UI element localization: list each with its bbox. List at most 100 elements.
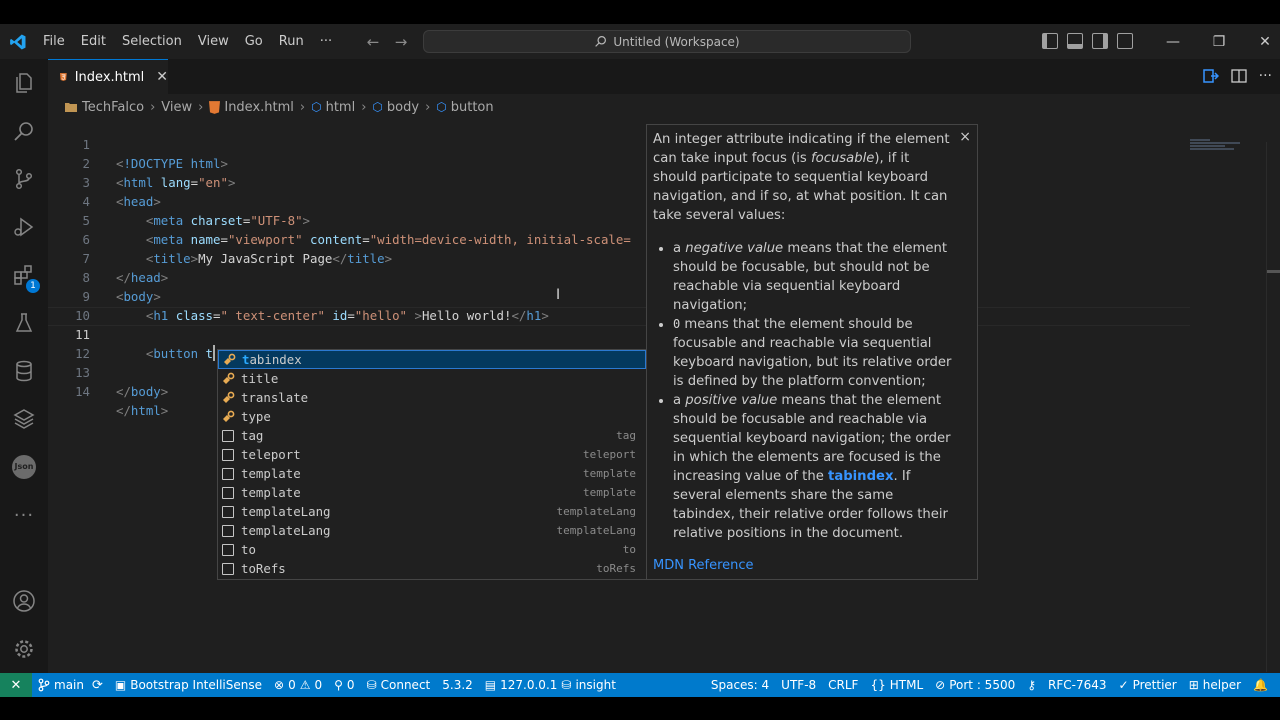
open-preview-icon[interactable] <box>1202 68 1219 84</box>
menu-run[interactable]: Run <box>271 24 312 59</box>
bootstrap-intellisense[interactable]: ▣ Bootstrap IntelliSense <box>109 673 268 697</box>
close-details-icon[interactable]: × <box>959 129 971 145</box>
toggle-primary-sidebar-icon[interactable] <box>1042 33 1058 49</box>
minimap[interactable] <box>1190 138 1250 168</box>
version-indicator[interactable]: 5.3.2 <box>436 673 479 697</box>
code-line-7: 7 </head> <box>48 230 748 285</box>
rfc-indicator[interactable]: RFC-7643 <box>1042 673 1113 697</box>
suggestion-item[interactable]: title <box>218 369 646 388</box>
extensions-icon[interactable]: 1 <box>0 251 48 299</box>
toggle-secondary-sidebar-icon[interactable] <box>1092 33 1108 49</box>
forward-arrow-icon[interactable]: → <box>392 33 410 51</box>
database-icon[interactable] <box>0 347 48 395</box>
suggestion-item[interactable]: tag tag <box>218 426 646 445</box>
json-label: Json <box>12 455 36 479</box>
breadcrumb-item-techfalco[interactable]: TechFalco <box>82 100 144 115</box>
indentation-indicator[interactable]: Spaces: 4 <box>705 673 775 697</box>
restore-button[interactable]: ❐ <box>1196 24 1242 59</box>
suggestion-detail: teleport <box>583 448 636 461</box>
element-icon: ⬡ <box>436 100 447 114</box>
folder-icon <box>65 103 77 112</box>
breadcrumb-item-file[interactable]: Index.html <box>224 100 294 115</box>
suggestion-detail: tag <box>616 429 636 442</box>
git-branch[interactable]: main ⟳ <box>32 673 109 697</box>
live-server-port[interactable]: ⊘ Port : 5500 <box>929 673 1021 697</box>
status-bar: ✕ main ⟳ ▣ Bootstrap IntelliSense ⊗ 0 ⚠ 0 … <box>0 673 1280 697</box>
editor-tab-bar: Index.html ✕ ··· <box>48 59 1280 94</box>
suggestion-item[interactable]: toRefs toRefs <box>218 559 646 578</box>
suggestion-item[interactable]: templateLang templateLang <box>218 502 646 521</box>
split-editor-icon[interactable] <box>1230 68 1247 84</box>
tabindex-link[interactable]: tabindex <box>828 469 893 484</box>
more-views-icon[interactable]: ··· <box>0 491 48 539</box>
breadcrumb-item-view[interactable]: View <box>161 100 192 115</box>
prettier-indicator[interactable]: ✓ Prettier <box>1113 673 1183 697</box>
settings-gear-icon[interactable] <box>0 625 48 673</box>
key-icon[interactable]: ⚷ <box>1021 673 1042 697</box>
menu-go[interactable]: Go <box>237 24 271 59</box>
database-icon: ⛁ <box>561 678 572 692</box>
back-arrow-icon[interactable]: ← <box>364 33 382 51</box>
source-control-icon[interactable] <box>0 155 48 203</box>
extensions-badge: 1 <box>26 279 40 293</box>
breadcrumb-item-button[interactable]: button <box>451 100 494 115</box>
db-host[interactable]: ▤ 127.0.0.1 ⛁ insight <box>479 673 622 697</box>
menu-view[interactable]: View <box>190 24 237 59</box>
layers-icon[interactable] <box>0 395 48 443</box>
suggestion-item[interactable]: template template <box>218 483 646 502</box>
code-line-5: 5 <meta name="viewport" content="width=d… <box>48 192 748 247</box>
problems-indicator[interactable]: ⊗ 0 ⚠ 0 <box>268 673 328 697</box>
tab-label: Index.html <box>74 69 145 85</box>
explorer-icon[interactable] <box>0 59 48 107</box>
language-mode[interactable]: {} HTML <box>864 673 929 697</box>
code-line-10: 10 <box>48 287 748 323</box>
close-window-button[interactable]: ✕ <box>1242 24 1280 59</box>
command-center-search[interactable]: Untitled (Workspace) <box>423 30 911 53</box>
breadcrumb-item-html[interactable]: html <box>326 100 356 115</box>
eol-indicator[interactable]: CRLF <box>822 673 864 697</box>
encoding-indicator[interactable]: UTF-8 <box>775 673 822 697</box>
notifications-bell-icon[interactable]: 🔔 <box>1247 673 1274 697</box>
sync-icon[interactable]: ⟳ <box>92 678 103 693</box>
breadcrumb-item-body[interactable]: body <box>387 100 419 115</box>
vertical-scrollbar[interactable] <box>1266 142 1280 672</box>
suggestion-item[interactable]: template template <box>218 464 646 483</box>
branch-name: main <box>54 678 84 692</box>
suggestion-item[interactable]: type <box>218 407 646 426</box>
remote-indicator-icon[interactable]: ✕ <box>0 673 32 697</box>
menu-more[interactable]: ··· <box>312 24 340 59</box>
scrollbar-thumb[interactable] <box>1267 270 1280 273</box>
connect-button[interactable]: ⛁ Connect <box>361 673 437 697</box>
details-bullet: a positive value means that the element … <box>673 391 953 543</box>
code-line-8: 8 <body> <box>48 249 748 304</box>
run-debug-icon[interactable] <box>0 203 48 251</box>
suggestion-item[interactable]: translate <box>218 388 646 407</box>
chevron-right-icon: › <box>361 99 367 115</box>
ports-indicator[interactable]: ⚲ 0 <box>328 673 360 697</box>
minimize-button[interactable]: — <box>1150 24 1196 59</box>
tab-index-html[interactable]: Index.html ✕ <box>48 59 168 94</box>
menu-file[interactable]: File <box>35 24 73 59</box>
accounts-icon[interactable] <box>0 577 48 625</box>
element-icon: ⬡ <box>311 100 322 114</box>
suggestion-item[interactable]: teleport teleport <box>218 445 646 464</box>
more-actions-icon[interactable]: ··· <box>1259 68 1272 84</box>
json-icon[interactable]: Json <box>0 443 48 491</box>
double-check-icon: ✓ <box>1118 678 1129 692</box>
suggestion-item[interactable]: tabindex <box>218 350 646 369</box>
menu-selection[interactable]: Selection <box>114 24 190 59</box>
mdn-reference-link[interactable]: MDN Reference <box>653 558 754 573</box>
toggle-panel-icon[interactable] <box>1067 33 1083 49</box>
customize-layout-icon[interactable] <box>1117 33 1133 49</box>
testing-icon[interactable] <box>0 299 48 347</box>
menu-edit[interactable]: Edit <box>73 24 114 59</box>
search-view-icon[interactable] <box>0 107 48 155</box>
property-icon <box>222 353 236 367</box>
autocomplete-suggestions: tabindex title translate type tag tag te… <box>217 349 647 580</box>
tab-close-icon[interactable]: ✕ <box>156 69 168 85</box>
suggestion-item[interactable]: to to <box>218 540 646 559</box>
server-icon: ▤ <box>484 678 497 692</box>
details-description: An integer attribute indicating if the e… <box>653 130 953 543</box>
suggestion-item[interactable]: templateLang templateLang <box>218 521 646 540</box>
helper-indicator[interactable]: ⊞ helper <box>1183 673 1247 697</box>
